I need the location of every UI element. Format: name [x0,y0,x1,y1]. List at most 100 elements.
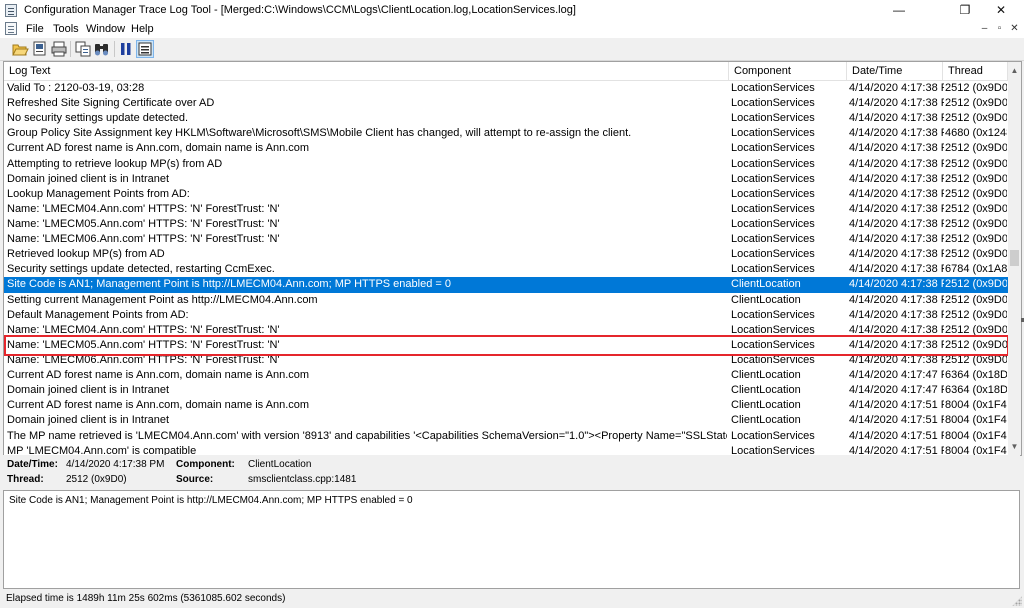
component-cell: LocationServices [731,353,815,366]
component-cell: LocationServices [731,338,815,351]
component-cell: ClientLocation [731,293,801,306]
log-text-cell: The MP name retrieved is 'LMECM04.Ann.co… [7,429,727,442]
mdi-minimize-button[interactable]: – [978,22,991,35]
log-row[interactable]: Default Management Points from AD: Locati… [4,308,1008,323]
find-icon[interactable] [93,40,111,58]
datetime-label: Date/Time: [7,459,58,470]
column-header-datetime[interactable]: Date/Time [847,62,943,80]
log-row[interactable]: Group Policy Site Assignment key HKLM\So… [4,126,1008,141]
component-cell: ClientLocation [731,384,801,397]
component-cell: LocationServices [731,308,815,321]
log-row[interactable]: Domain joined client is in Intranet Clien… [4,383,1008,398]
menu-tools[interactable]: Tools [53,23,79,35]
menu-help[interactable]: Help [131,23,154,35]
scroll-thumb[interactable] [1010,250,1019,266]
close-button[interactable]: ✕ [978,0,1024,21]
component-cell: LocationServices [731,202,815,215]
log-row[interactable]: Security settings update detected, resta… [4,262,1008,277]
highlight-icon[interactable] [136,40,154,58]
scroll-up-arrow-icon[interactable]: ▲ [1008,64,1021,77]
datetime-cell: 4/14/2020 4:17:51 PM [849,399,944,412]
component-cell: LocationServices [731,82,815,94]
datetime-cell: 4/14/2020 4:17:38 PM [849,308,944,321]
column-header-thread[interactable]: Thread [943,62,1008,80]
log-row[interactable]: The MP name retrieved is 'LMECM04.Ann.co… [4,429,1008,444]
datetime-cell: 4/14/2020 4:17:38 PM [849,263,944,276]
pause-icon[interactable] [117,40,135,58]
title-bar: Configuration Manager Trace Log Tool - [… [0,0,1024,21]
vertical-scrollbar[interactable]: ▲ ▼ [1008,62,1021,455]
log-rows: Valid To : 2120-03-19, 03:28 LocationServ… [4,81,1008,455]
log-row[interactable]: Lookup Management Points from AD: Locatio… [4,187,1008,202]
mdi-close-button[interactable]: ✕ [1008,22,1021,35]
datetime-cell: 4/14/2020 4:17:38 PM [849,217,944,230]
open-folder-icon[interactable] [11,40,29,58]
log-text-cell: Setting current Management Point as http… [7,293,318,306]
log-row[interactable]: Domain joined client is in Intranet Clien… [4,413,1008,428]
details-pane: Date/Time: 4/14/2020 4:17:38 PM Componen… [3,455,1020,489]
datetime-cell: 4/14/2020 4:17:47 PM [849,369,944,382]
log-row-selected[interactable]: Site Code is AN1; Management Point is ht… [4,277,1008,293]
message-text-box[interactable]: Site Code is AN1; Management Point is ht… [3,490,1020,589]
column-header-log-text[interactable]: Log Text [4,62,729,80]
thread-cell: 4680 (0x1248) [945,127,1007,140]
menu-file[interactable]: File [26,23,44,35]
print-preview-icon[interactable] [31,40,49,58]
scroll-down-arrow-icon[interactable]: ▼ [1008,440,1021,453]
log-row[interactable]: Setting current Management Point as http… [4,293,1008,308]
copy-icon[interactable] [74,40,92,58]
log-text-cell: Site Code is AN1; Management Point is ht… [7,278,451,291]
log-row[interactable]: Refreshed Site Signing Certificate over … [4,96,1008,111]
log-row[interactable]: Name: 'LMECM05.Ann.com' HTTPS: 'N' Fores… [4,217,1008,232]
log-row[interactable]: No security settings update detected. Loc… [4,111,1008,126]
datetime-cell: 4/14/2020 4:17:38 PM [849,187,944,200]
thread-cell: 2512 (0x9D0) [945,112,1007,125]
log-row[interactable]: Current AD forest name is Ann.com, domai… [4,398,1008,413]
log-text-cell: Name: 'LMECM04.Ann.com' HTTPS: 'N' Fores… [7,202,280,215]
print-icon[interactable] [50,40,68,58]
log-row[interactable]: Name: 'LMECM06.Ann.com' HTTPS: 'N' Fores… [4,232,1008,247]
thread-cell: 2512 (0x9D0) [945,278,1007,291]
log-text-cell: Refreshed Site Signing Certificate over … [7,97,215,110]
log-row[interactable]: Retrieved lookup MP(s) from AD LocationSe… [4,247,1008,262]
menu-window[interactable]: Window [86,23,125,35]
resize-grip-icon[interactable] [1012,596,1022,606]
log-row[interactable]: Current AD forest name is Ann.com, domai… [4,368,1008,383]
log-text-cell: Attempting to retrieve lookup MP(s) from… [7,157,223,170]
document-icon[interactable] [5,22,17,35]
log-text-cell: Current AD forest name is Ann.com, domai… [7,142,310,155]
elapsed-time-status: Elapsed time is 1489h 11m 25s 602ms (536… [6,593,286,604]
log-row[interactable]: Name: 'LMECM05.Ann.com' HTTPS: 'N' Fores… [4,338,1008,353]
column-header-component[interactable]: Component [729,62,847,80]
log-row[interactable]: Current AD forest name is Ann.com, domai… [4,141,1008,156]
thread-cell: 2512 (0x9D0) [945,97,1007,110]
log-text-cell: Lookup Management Points from AD: [7,187,190,200]
log-row[interactable]: Name: 'LMECM06.Ann.com' HTTPS: 'N' Fores… [4,353,1008,368]
thread-label: Thread: [7,474,44,485]
log-list[interactable]: Log Text Component Date/Time Thread Vali… [3,61,1022,456]
datetime-cell: 4/14/2020 4:17:38 PM [849,127,944,140]
datetime-value: 4/14/2020 4:17:38 PM [66,459,165,470]
log-row[interactable]: Name: 'LMECM04.Ann.com' HTTPS: 'N' Fores… [4,202,1008,217]
log-text-cell: Valid To : 2120-03-19, 03:28 [7,82,145,94]
mdi-restore-button[interactable]: ▫ [993,22,1006,35]
log-row[interactable]: Domain joined client is in Intranet Locat… [4,172,1008,187]
log-text-cell: Default Management Points from AD: [7,308,189,321]
minimize-button[interactable]: — [876,0,922,21]
datetime-cell: 4/14/2020 4:17:38 PM [849,323,944,336]
datetime-cell: 4/14/2020 4:17:38 PM [849,157,944,170]
thread-cell: 2512 (0x9D0) [945,308,1007,321]
datetime-cell: 4/14/2020 4:17:38 PM [849,202,944,215]
datetime-cell: 4/14/2020 4:17:38 PM [849,248,944,261]
component-cell: LocationServices [731,157,815,170]
datetime-cell: 4/14/2020 4:17:38 PM [849,112,944,125]
datetime-cell: 4/14/2020 4:17:38 PM [849,82,944,94]
thread-cell: 2512 (0x9D0) [945,353,1007,366]
thread-cell: 2512 (0x9D0) [945,293,1007,306]
log-row[interactable]: Attempting to retrieve lookup MP(s) from… [4,157,1008,172]
component-cell: ClientLocation [731,399,801,412]
datetime-cell: 4/14/2020 4:17:38 PM [849,172,944,185]
app-icon [5,4,17,17]
log-row[interactable]: Valid To : 2120-03-19, 03:28 LocationServ… [4,81,1008,96]
log-row[interactable]: Name: 'LMECM04.Ann.com' HTTPS: 'N' Fores… [4,323,1008,338]
